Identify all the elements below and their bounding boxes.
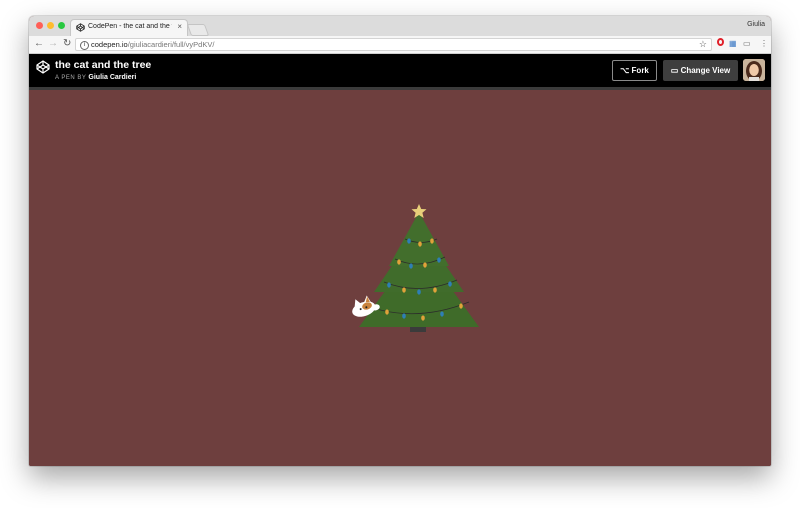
browser-toolbar: ← → ↻ i codepen.io/giuliacardieri/full/v… — [29, 36, 771, 54]
url-path: /giuliacardieri/full/vyPdKV/ — [127, 40, 215, 49]
star-icon[interactable]: ☆ — [699, 39, 707, 50]
url-text[interactable]: codepen.io/giuliacardieri/full/vyPdKV/ — [91, 40, 214, 49]
fork-icon: ⌥ — [620, 66, 630, 75]
tab-close-icon[interactable]: × — [177, 22, 182, 32]
opera-icon[interactable] — [717, 38, 724, 46]
window-minimize-button[interactable] — [47, 22, 54, 29]
tab-title: CodePen - the cat and the tree — [88, 23, 172, 30]
address-bar[interactable]: i codepen.io/giuliacardieri/full/vyPdKV/… — [75, 38, 712, 51]
pen-preview — [29, 90, 771, 466]
codepen-header: the cat and the tree A PEN BY Giulia Car… — [29, 54, 771, 87]
reload-icon[interactable]: ↻ — [63, 38, 71, 50]
forward-arrow-icon[interactable]: → — [48, 38, 58, 50]
menu-icon[interactable]: ⋮ — [760, 39, 768, 49]
new-tab-button[interactable] — [186, 24, 210, 36]
pen-title: the cat and the tree — [55, 59, 152, 71]
pen-byline: A PEN BY Giulia Cardieri — [55, 74, 136, 81]
browser-tab[interactable]: CodePen - the cat and the tree × — [70, 19, 188, 36]
change-view-icon: ▭ — [670, 66, 679, 75]
back-arrow-icon[interactable]: ← — [34, 38, 44, 50]
profile-name[interactable]: Giulia — [747, 21, 765, 28]
codepen-logo-icon[interactable] — [36, 60, 50, 74]
extension-icon[interactable]: ▦ — [729, 39, 737, 49]
window-close-button[interactable] — [36, 22, 43, 29]
author-link[interactable]: Giulia Cardieri — [88, 74, 136, 81]
fork-button[interactable]: ⌥ Fork — [612, 60, 657, 81]
avatar[interactable] — [743, 59, 765, 81]
change-view-label: Change View — [680, 66, 731, 75]
cast-icon[interactable]: ▭ — [743, 39, 751, 49]
pen-by-label: A PEN BY — [55, 75, 87, 81]
codepen-favicon — [76, 23, 85, 32]
url-host: codepen.io — [91, 40, 128, 49]
christmas-tree-illustration — [352, 204, 479, 332]
change-view-button[interactable]: ▭ Change View — [663, 60, 738, 81]
fork-label: Fork — [631, 66, 649, 75]
browser-window: CodePen - the cat and the tree × Giulia … — [29, 16, 771, 466]
window-maximize-button[interactable] — [58, 22, 65, 29]
tab-strip: CodePen - the cat and the tree × Giulia — [29, 16, 771, 36]
info-icon[interactable]: i — [80, 41, 89, 50]
